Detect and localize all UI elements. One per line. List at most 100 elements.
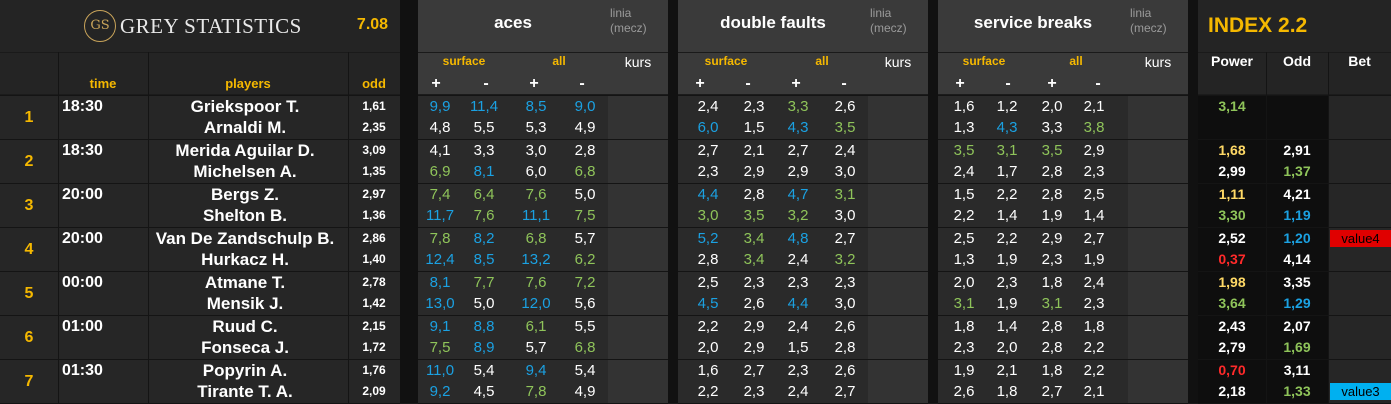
df-value: 3,2 [834,251,856,268]
sb-value: 2,6 [953,383,975,400]
minus-header-aces: - [483,75,489,92]
linia-label-aces: linia (mecz) [608,0,668,46]
sb-value: 2,2 [1083,339,1105,356]
minus-header-df: - [841,75,847,92]
sb-value: 1,3 [953,251,975,268]
aces-value: 7,8 [525,383,547,400]
df-value: 3,0 [834,207,856,224]
player-odd: 2,97 [362,187,386,201]
index-odd-value: 2,91 [1283,142,1311,158]
logo: GS GREY STATISTICS [62,4,362,48]
aces-value: 5,0 [574,186,596,203]
aces-value: 4,5 [473,383,495,400]
player-name: Shelton B. [202,206,288,225]
row-separator [1198,227,1391,228]
sb-value: 2,2 [953,207,975,224]
kurs-header-aces: kurs [624,54,652,70]
surface-header-df: surface [704,54,748,68]
player-odd: 1,72 [362,340,386,354]
aces-value: 8,5 [525,98,547,115]
plus-header-df: + [791,75,801,92]
df-value: 2,8 [834,339,856,356]
sb-value: 1,8 [1041,274,1063,291]
match-time: 00:00 [62,274,103,291]
df-value: 6,0 [697,119,719,136]
column-background [1128,96,1188,403]
player-name: Hurkacz H. [201,250,289,269]
player-odd: 1,61 [362,99,386,113]
match-time: 01:30 [62,362,103,379]
sb-value: 2,7 [1041,383,1063,400]
surface-header-aces: surface [442,54,486,68]
df-value: 2,0 [697,339,719,356]
df-value: 3,4 [743,230,765,247]
df-value: 2,9 [743,318,765,335]
column-background [668,0,678,403]
minus-header-sb: - [1095,75,1101,92]
aces-value: 8,5 [473,251,495,268]
df-value: 2,4 [787,383,809,400]
brand-name: GREY STATISTICS [120,13,302,38]
aces-value: 5,4 [574,362,596,379]
df-value: 2,2 [697,318,719,335]
power-value: 2,18 [1218,383,1246,399]
column-background [1188,0,1198,403]
sb-value: 2,4 [953,163,975,180]
sb-value: 2,0 [1041,98,1063,115]
df-value: 4,8 [787,230,809,247]
aces-value: 8,9 [473,339,495,356]
row-separator [418,315,668,316]
row-separator [0,227,400,228]
sb-value: 2,1 [1083,98,1105,115]
value-bet-badge: value3 [1330,383,1391,400]
aces-value: 7,6 [525,274,547,291]
aces-value: 9,0 [574,98,596,115]
df-value: 2,6 [834,98,856,115]
row-separator [678,359,928,360]
row-separator [0,359,400,360]
player-odd: 1,35 [362,164,386,178]
sb-value: 2,2 [996,186,1018,203]
match-time: 20:00 [62,230,103,247]
df-value: 2,3 [787,362,809,379]
linia-label-sb: linia (mecz) [1128,0,1188,46]
df-value: 1,6 [697,362,719,379]
column-separator [1266,52,1267,403]
aces-value: 5,0 [473,295,495,312]
index-odd-value: 4,14 [1283,251,1311,267]
row-separator [418,227,668,228]
df-value: 4,3 [787,119,809,136]
df-value: 3,4 [743,251,765,268]
sb-value: 3,3 [1041,119,1063,136]
sb-value: 4,3 [996,119,1018,136]
sb-value: 1,6 [953,98,975,115]
player-name: Michelsen A. [193,162,297,181]
aces-value: 6,4 [473,186,495,203]
aces-value: 2,8 [574,142,596,159]
sb-value: 1,9 [1041,207,1063,224]
row-separator [678,139,928,140]
linia-text: linia [610,6,632,20]
df-value: 5,2 [697,230,719,247]
df-value: 3,5 [834,119,856,136]
df-value: 2,4 [787,251,809,268]
aces-value: 5,7 [574,230,596,247]
linia-text: linia [1130,6,1152,20]
column-separator [58,52,59,403]
aces-value: 11,4 [469,98,499,115]
df-value: 2,9 [743,339,765,356]
row-separator [0,271,400,272]
sb-value: 1,7 [996,163,1018,180]
header-separator [418,52,668,53]
power-value: 1,11 [1218,186,1246,202]
df-value: 4,5 [697,295,719,312]
aces-value: 7,4 [429,186,451,203]
minus-header-df: - [745,75,751,92]
aces-value: 5,6 [574,295,596,312]
player-name: Fonseca J. [201,338,289,357]
col-bet-header: Bet [1348,53,1371,69]
surface-header-sb: surface [962,54,1006,68]
sb-value: 2,0 [996,339,1018,356]
power-value: 3,30 [1218,207,1246,223]
sb-value: 3,8 [1083,119,1105,136]
